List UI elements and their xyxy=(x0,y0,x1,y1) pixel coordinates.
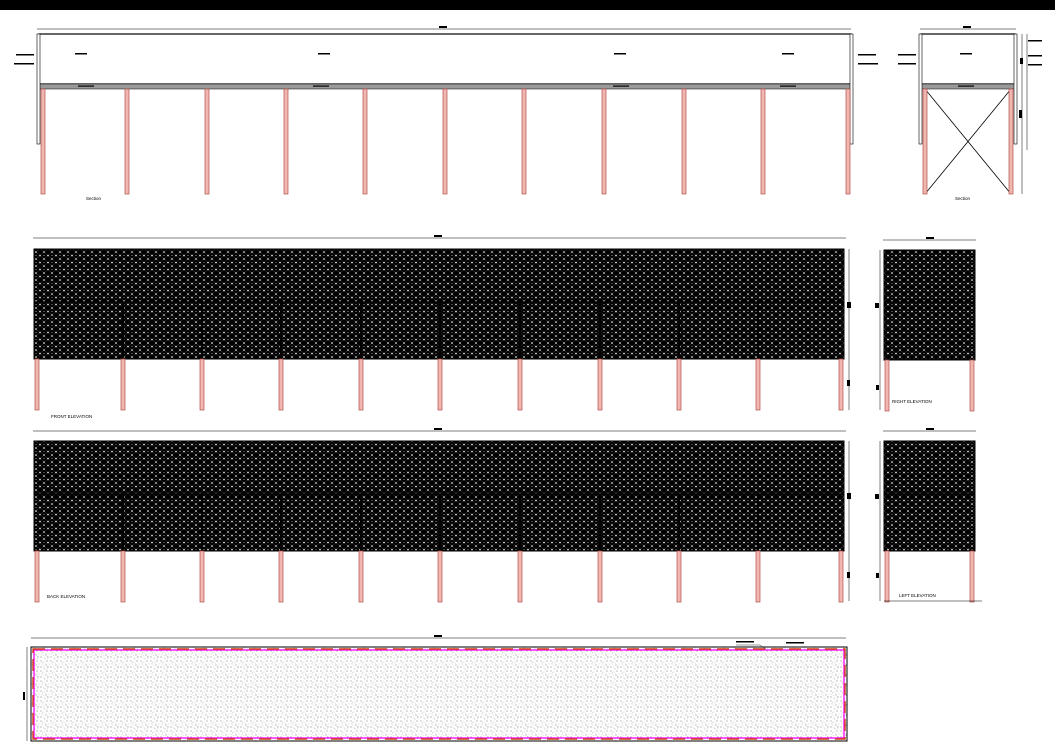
steel-post xyxy=(283,88,289,195)
steel-post xyxy=(34,550,40,603)
steel-post xyxy=(1008,88,1014,195)
steel-post xyxy=(922,88,928,195)
section-short: Section xyxy=(898,26,1042,201)
steel-post xyxy=(969,550,975,603)
steel-post xyxy=(601,88,607,195)
steel-post xyxy=(442,88,448,195)
steel-post xyxy=(517,358,523,411)
steel-post xyxy=(278,550,284,603)
steel-post xyxy=(120,358,126,411)
steel-post xyxy=(362,88,368,195)
steel-post xyxy=(597,358,603,411)
end-column xyxy=(36,33,41,145)
steel-post xyxy=(760,88,766,195)
steel-post xyxy=(676,550,682,603)
section-roof-box xyxy=(38,33,852,85)
section-beam xyxy=(38,83,852,90)
front-elevation: FRONT ELEVATION xyxy=(33,235,851,419)
steel-post xyxy=(838,358,844,411)
steel-post xyxy=(845,88,851,195)
steel-post xyxy=(884,359,890,412)
steel-post xyxy=(40,88,46,195)
steel-post xyxy=(676,358,682,411)
steel-post xyxy=(969,359,975,412)
plan-floor xyxy=(30,646,848,742)
steel-post xyxy=(755,550,761,603)
front-elevation-label: FRONT ELEVATION xyxy=(51,414,92,419)
section-long-label: Section xyxy=(86,196,102,201)
steel-post xyxy=(199,550,205,603)
section-long: Section xyxy=(14,26,878,201)
mesh-panel xyxy=(883,249,976,361)
steel-post xyxy=(517,550,523,603)
end-column xyxy=(849,33,854,145)
steel-post xyxy=(199,358,205,411)
steel-post xyxy=(521,88,527,195)
steel-post xyxy=(120,550,126,603)
steel-post xyxy=(884,550,890,603)
right-elevation: RIGHT ELEVATION xyxy=(875,237,976,412)
steel-post xyxy=(597,550,603,603)
steel-post xyxy=(278,358,284,411)
steel-post xyxy=(681,88,687,195)
steel-post xyxy=(358,550,364,603)
back-elevation-label: BACK ELEVATION xyxy=(47,594,85,599)
left-elevation-label: LEFT ELEVATION xyxy=(899,593,936,598)
back-elevation: BACK ELEVATION xyxy=(33,428,851,603)
mesh-panel xyxy=(883,440,976,552)
dimension-text xyxy=(439,26,447,28)
drawing-sheet: Section Section FRONT ELEVATION RIGHT EL… xyxy=(0,10,1055,755)
right-elevation-label: RIGHT ELEVATION xyxy=(892,399,932,404)
steel-post xyxy=(358,358,364,411)
steel-post xyxy=(838,550,844,603)
steel-post xyxy=(204,88,210,195)
section-short-label: Section xyxy=(955,196,971,201)
steel-post xyxy=(755,358,761,411)
left-elevation: LEFT ELEVATION xyxy=(875,428,982,603)
floor-plan xyxy=(23,635,848,742)
drawing-canvas: Section Section FRONT ELEVATION RIGHT EL… xyxy=(14,26,1042,742)
steel-post xyxy=(437,550,443,603)
steel-post xyxy=(34,358,40,411)
steel-post xyxy=(124,88,130,195)
steel-post xyxy=(437,358,443,411)
